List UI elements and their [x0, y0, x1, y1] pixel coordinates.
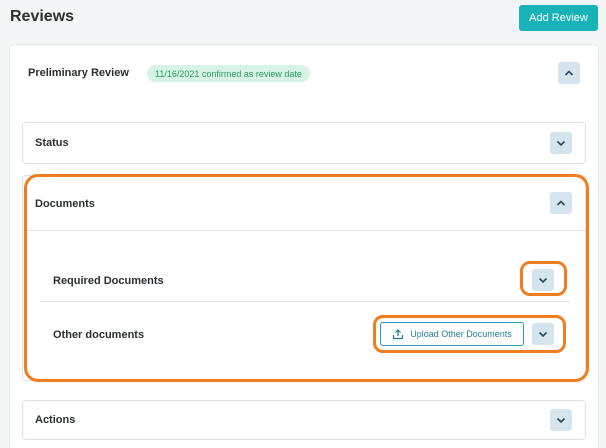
- required-documents-title: Required Documents: [53, 275, 164, 287]
- review-date-badge: 11/16/2021 confirmed as review date: [147, 65, 310, 82]
- add-review-button[interactable]: Add Review: [519, 5, 598, 31]
- actions-section: [22, 400, 586, 440]
- upload-icon: [393, 329, 404, 340]
- documents-section-title: Documents: [35, 198, 95, 210]
- documents-header-divider: [23, 230, 585, 231]
- upload-button-label: Upload Other Documents: [410, 329, 512, 339]
- required-documents-expand-toggle[interactable]: [532, 269, 554, 291]
- page-title: Reviews: [10, 8, 75, 25]
- status-section: [22, 122, 586, 164]
- chevron-down-icon: [538, 277, 548, 284]
- actions-section-title: Actions: [35, 414, 76, 426]
- chevron-up-icon: [556, 200, 566, 206]
- chevron-down-icon: [538, 331, 548, 338]
- other-documents-title: Other documents: [53, 329, 145, 341]
- subsection-divider: [40, 301, 570, 302]
- documents-collapse-toggle[interactable]: [550, 192, 572, 214]
- chevron-up-icon: [564, 70, 574, 76]
- review-title: Preliminary Review: [28, 67, 129, 79]
- upload-other-documents-button[interactable]: Upload Other Documents: [380, 322, 524, 346]
- status-expand-toggle[interactable]: [550, 132, 572, 154]
- other-documents-expand-toggle[interactable]: [532, 323, 554, 345]
- status-section-title: Status: [35, 137, 69, 149]
- chevron-down-icon: [556, 417, 566, 424]
- review-collapse-toggle[interactable]: [558, 62, 580, 84]
- chevron-down-icon: [556, 140, 566, 147]
- actions-expand-toggle[interactable]: [550, 409, 572, 431]
